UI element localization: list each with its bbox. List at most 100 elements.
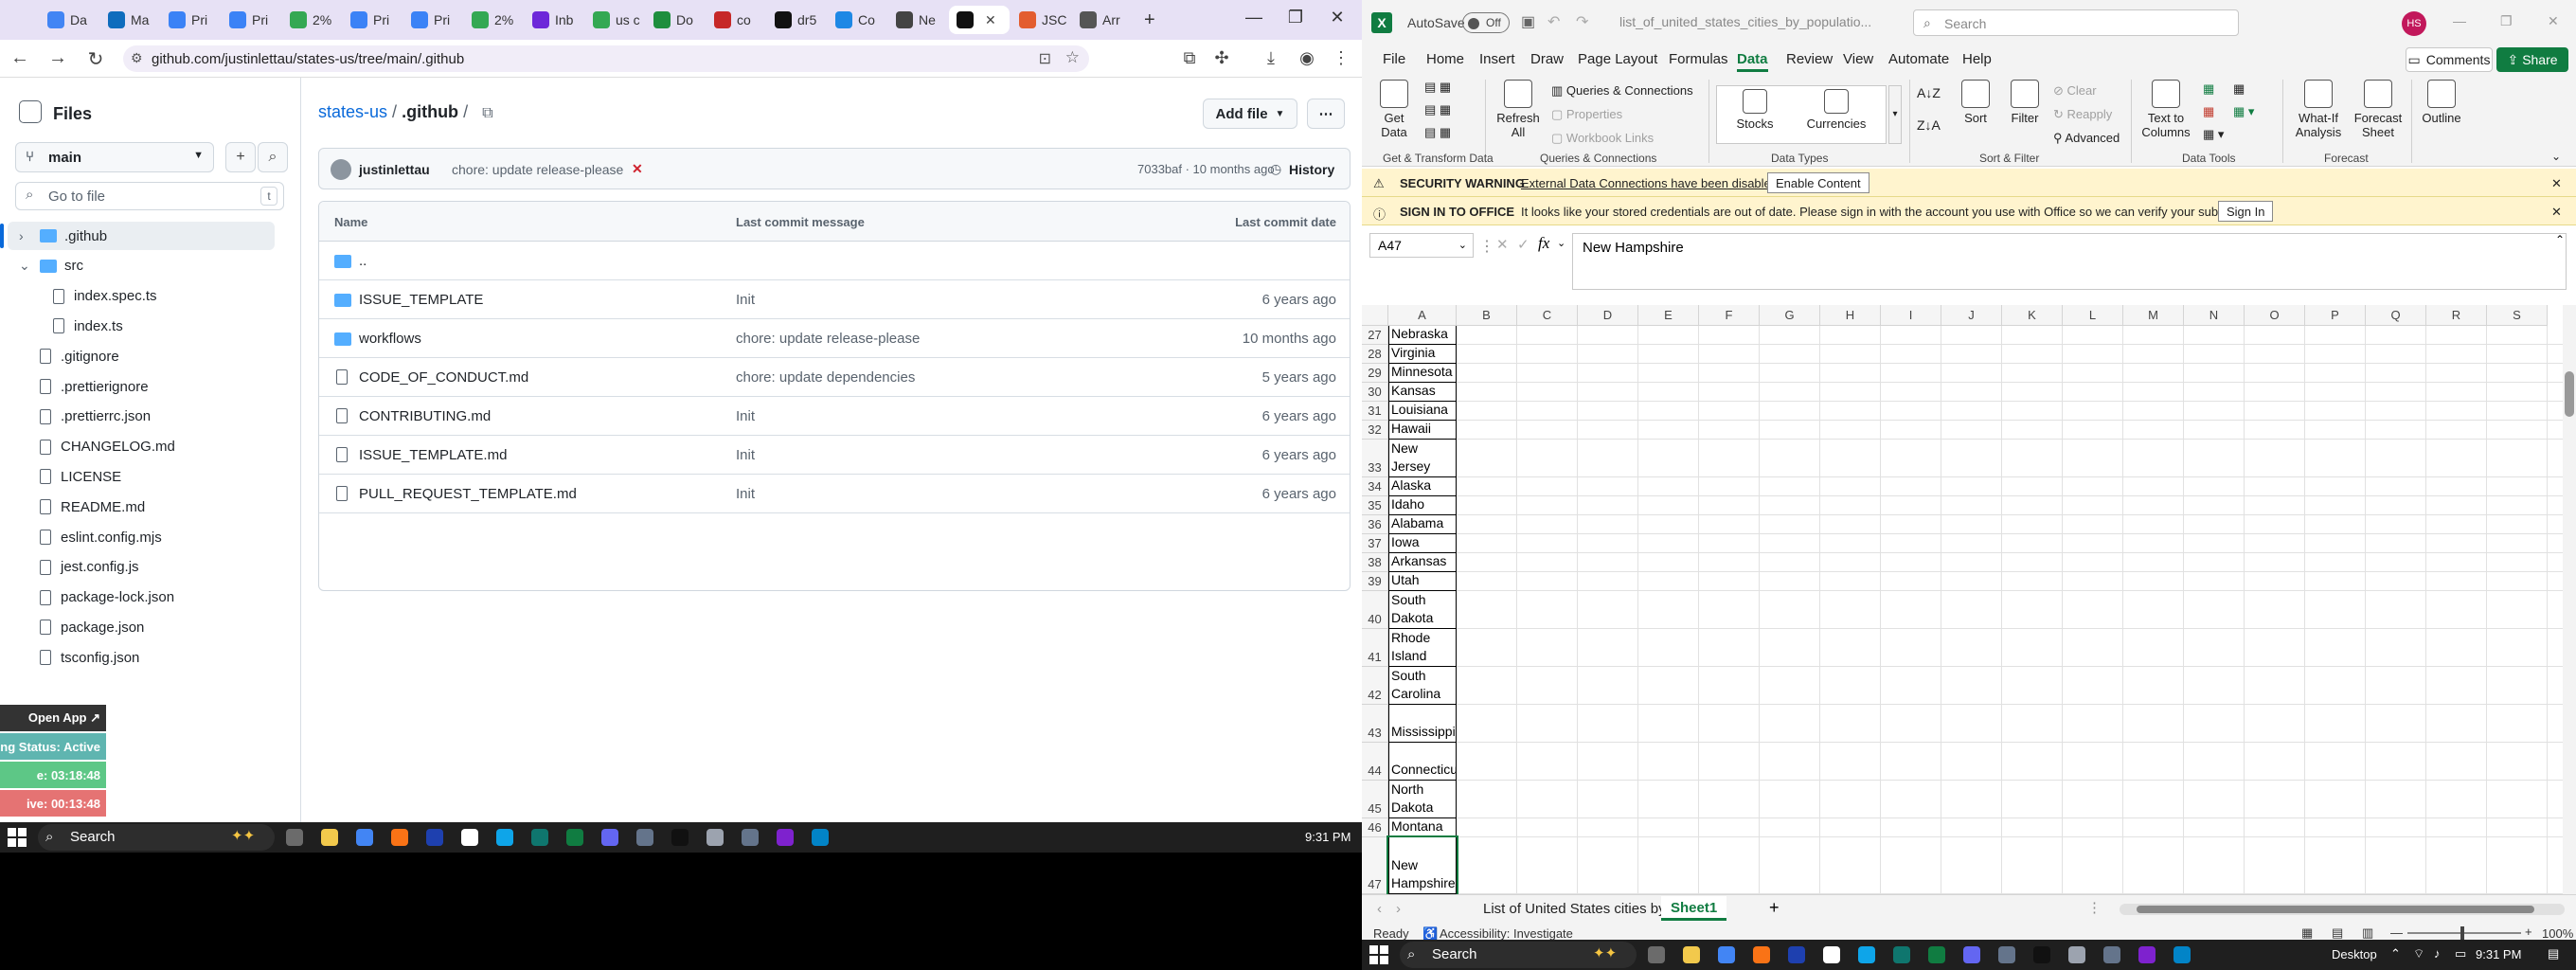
- extension-icon[interactable]: ⧉: [1178, 48, 1201, 68]
- commit-message-link[interactable]: Init: [736, 408, 755, 424]
- stocks-button[interactable]: Stocks: [1722, 89, 1788, 131]
- normal-view-icon[interactable]: ▦: [2301, 925, 2313, 941]
- excel-taskbar-icon[interactable]: [1928, 946, 1945, 963]
- column-header[interactable]: I: [1881, 305, 1941, 326]
- properties-button[interactable]: ▢ Properties: [1551, 107, 1622, 122]
- row-header[interactable]: 37: [1362, 534, 1388, 553]
- zoom-icon[interactable]: [426, 829, 443, 846]
- browser-tab[interactable]: 2%: [464, 6, 523, 34]
- file-name-link[interactable]: CONTRIBUTING.md: [359, 408, 491, 424]
- undo-icon[interactable]: ↶: [1547, 12, 1560, 31]
- add-file-button[interactable]: +: [225, 142, 256, 172]
- commit-sha-time[interactable]: 7033baf · 10 months ago: [1137, 162, 1275, 176]
- cell[interactable]: Connecticut: [1388, 743, 1457, 781]
- tree-item[interactable]: package-lock.json: [8, 584, 275, 612]
- teams-icon[interactable]: [1963, 946, 1980, 963]
- ribbon-tab-file[interactable]: File: [1383, 51, 1405, 67]
- ribbon-tab-home[interactable]: Home: [1426, 51, 1464, 67]
- horizontal-scrollbar[interactable]: [2120, 904, 2565, 915]
- browser-tab[interactable]: Pri: [161, 6, 220, 34]
- column-header[interactable]: E: [1638, 305, 1699, 326]
- minimize-icon[interactable]: —: [1237, 8, 1271, 27]
- row-header[interactable]: 47: [1362, 837, 1388, 894]
- consolidate-icon[interactable]: ▦: [2233, 81, 2245, 97]
- browser-tab[interactable]: Ne: [888, 6, 947, 34]
- ribbon-tab-view[interactable]: View: [1843, 51, 1873, 67]
- file-explorer-icon[interactable]: [321, 829, 338, 846]
- reload-icon[interactable]: ↻: [83, 47, 108, 71]
- table-row[interactable]: CONTRIBUTING.md Init 6 years ago: [319, 397, 1350, 436]
- row-header[interactable]: 43: [1362, 705, 1388, 743]
- sort-az-icon[interactable]: A↓Z: [1917, 85, 1941, 100]
- row-header[interactable]: 41: [1362, 629, 1388, 667]
- browser-tab[interactable]: us c: [585, 6, 644, 34]
- ribbon-tab-help[interactable]: Help: [1962, 51, 1992, 67]
- horizontal-scroll-thumb[interactable]: [2137, 906, 2534, 913]
- task-view-icon[interactable]: [1648, 946, 1665, 963]
- more-icon[interactable]: ⋮: [1479, 237, 1494, 256]
- tree-item[interactable]: tsconfig.json: [8, 643, 275, 672]
- column-header[interactable]: H: [1820, 305, 1881, 326]
- onenote-icon[interactable]: [2138, 946, 2156, 963]
- zoom-slider-thumb[interactable]: [2460, 926, 2464, 940]
- zoom-slider[interactable]: [2407, 926, 2521, 940]
- app-icon[interactable]: [2068, 946, 2085, 963]
- ribbon-tab-automate[interactable]: Automate: [1888, 51, 1949, 67]
- enable-content-button[interactable]: Enable Content: [1767, 172, 1869, 193]
- confirm-entry-icon[interactable]: ✓: [1517, 236, 1530, 253]
- teams-icon[interactable]: [601, 829, 618, 846]
- browser-tab[interactable]: Pri: [222, 6, 280, 34]
- currencies-button[interactable]: Currencies: [1796, 89, 1877, 131]
- from-text-icon[interactable]: ▤ ▦: [1424, 80, 1451, 95]
- browser-tab[interactable]: Pri: [343, 6, 402, 34]
- browser-tab[interactable]: 2%: [282, 6, 341, 34]
- browser-tab[interactable]: Da: [40, 6, 98, 34]
- collapse-formula-icon[interactable]: ⌃: [2555, 233, 2565, 246]
- tree-item[interactable]: › .github: [8, 222, 275, 250]
- cell[interactable]: Louisiana: [1388, 402, 1457, 421]
- commit-message[interactable]: chore: update release-please: [452, 162, 623, 177]
- from-web-icon[interactable]: ▤ ▦: [1424, 102, 1451, 117]
- worksheet-grid[interactable]: ABCDEFGHIJKLMNOPQRS 27 Nebraska 28 Virginia…: [1362, 305, 2576, 896]
- row-header[interactable]: 38: [1362, 553, 1388, 572]
- sign-in-button[interactable]: Sign In: [2218, 201, 2274, 222]
- commit-message-link[interactable]: chore: update dependencies: [736, 369, 915, 386]
- file-name-link[interactable]: ..: [359, 253, 367, 269]
- task-view-icon[interactable]: [286, 829, 303, 846]
- data-validation-icon[interactable]: ▦ ▾: [2203, 127, 2224, 142]
- row-header[interactable]: 29: [1362, 364, 1388, 383]
- get-data-button[interactable]: Get Data: [1371, 80, 1417, 139]
- tab-active[interactable]: ✕: [949, 6, 1010, 34]
- row-header[interactable]: 30: [1362, 383, 1388, 402]
- edge-icon[interactable]: [2174, 946, 2191, 963]
- cell[interactable]: Rhode Island: [1388, 629, 1457, 667]
- column-header[interactable]: M: [2123, 305, 2184, 326]
- back-icon[interactable]: ←: [8, 47, 32, 69]
- browser-tab[interactable]: Ma: [100, 6, 159, 34]
- file-name-link[interactable]: PULL_REQUEST_TEMPLATE.md: [359, 486, 577, 502]
- select-all-corner[interactable]: [1362, 305, 1388, 326]
- file-name-link[interactable]: ISSUE_TEMPLATE.md: [359, 447, 507, 463]
- menu-dots-icon[interactable]: ⋮: [1330, 48, 1352, 68]
- column-header[interactable]: G: [1760, 305, 1820, 326]
- accessibility-status[interactable]: Accessibility: Investigate: [1440, 926, 1573, 941]
- file-name-link[interactable]: workflows: [359, 331, 421, 347]
- browser-tab[interactable]: Pri: [403, 6, 462, 34]
- app-icon[interactable]: [2103, 946, 2120, 963]
- url-bar[interactable]: ⚙ github.com/justinlettau/states-us/tree…: [123, 45, 1089, 72]
- close-bar-icon[interactable]: ✕: [2551, 205, 2562, 220]
- file-explorer-icon[interactable]: [1683, 946, 1700, 963]
- user-avatar[interactable]: HS: [2402, 11, 2426, 36]
- expand-chevron-icon[interactable]: ⌄: [19, 258, 32, 274]
- column-header[interactable]: C: [1517, 305, 1578, 326]
- reapply-button[interactable]: ↻ Reapply: [2053, 107, 2112, 122]
- app-icon[interactable]: [1858, 946, 1875, 963]
- row-header[interactable]: 36: [1362, 515, 1388, 534]
- cancel-entry-icon[interactable]: ✕: [1496, 236, 1509, 253]
- table-row[interactable]: ..: [319, 242, 1350, 280]
- row-header[interactable]: 33: [1362, 440, 1388, 477]
- row-header[interactable]: 32: [1362, 421, 1388, 440]
- collapse-sidebar-icon[interactable]: [19, 100, 42, 123]
- formula-input[interactable]: New Hampshire: [1572, 233, 2567, 290]
- ribbon-tab-insert[interactable]: Insert: [1479, 51, 1515, 67]
